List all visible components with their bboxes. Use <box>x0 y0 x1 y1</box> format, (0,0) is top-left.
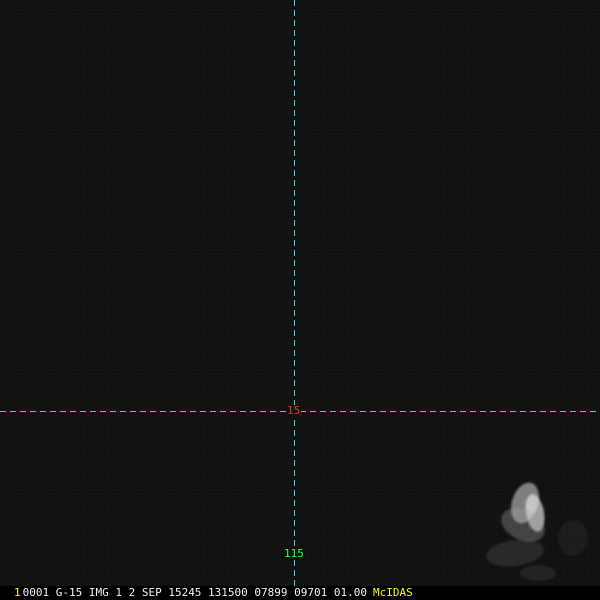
cloud-feature <box>506 479 544 527</box>
image-noise-overlay <box>0 0 600 600</box>
longitude-label: 115 <box>283 547 305 560</box>
image-metadata-text: 0001 G-15 IMG 1 2 SEP 15245 131500 07899… <box>22 586 367 599</box>
status-bar: 1 0001 G-15 IMG 1 2 SEP 15245 131500 078… <box>0 586 600 600</box>
satellite-image-view[interactable]: 15 115 1 0001 G-15 IMG 1 2 SEP 15245 131… <box>0 0 600 600</box>
cloud-feature <box>522 492 548 534</box>
cloud-feature <box>520 565 556 581</box>
latitude-label: 15 <box>286 404 302 417</box>
cloud-feature <box>558 520 588 556</box>
cloud-feature <box>484 536 546 570</box>
cloud-feature <box>495 501 551 549</box>
longitude-crosshair-line <box>294 0 295 586</box>
mcidas-label: McIDAS <box>373 586 413 599</box>
frame-number: 1 <box>14 586 21 599</box>
